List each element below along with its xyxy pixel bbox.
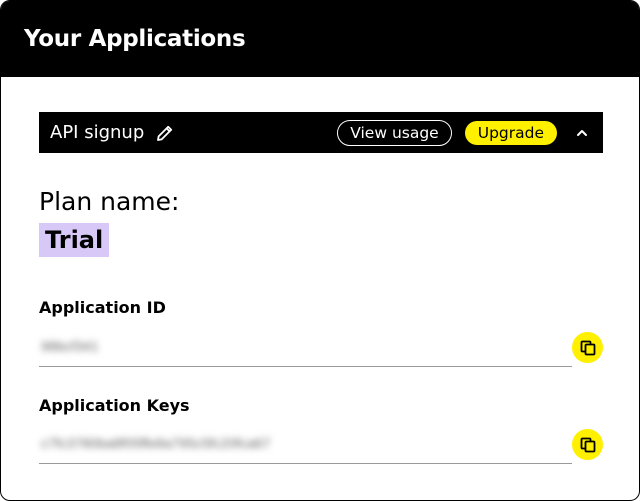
application-keys-underline — [39, 463, 572, 464]
application-name: API signup — [50, 122, 145, 143]
copy-icon — [580, 340, 595, 355]
card-header: Your Applications — [1, 1, 639, 77]
copy-icon — [580, 437, 595, 452]
application-bar: API signup View usage Upgrade — [39, 112, 603, 153]
plan-name-label: Plan name: — [39, 187, 180, 216]
application-id-label: Application ID — [39, 298, 166, 317]
application-id-value: 98bcf341 — [41, 338, 99, 354]
page-title: Your Applications — [24, 26, 246, 52]
application-id-underline — [39, 366, 572, 367]
applications-card: Your Applications API signup View usage … — [0, 0, 640, 501]
copy-application-keys-button[interactable] — [572, 429, 603, 460]
chevron-up-icon[interactable] — [567, 129, 597, 137]
plan-name-value: Trial — [39, 223, 110, 257]
copy-application-id-button[interactable] — [572, 332, 603, 363]
application-keys-label: Application Keys — [39, 396, 190, 415]
pencil-icon[interactable] — [156, 124, 174, 142]
application-keys-value: c7fc3780ba8f05ffe8a795c5fc20fca67 — [41, 435, 271, 451]
view-usage-button[interactable]: View usage — [337, 119, 452, 146]
upgrade-button[interactable]: Upgrade — [464, 120, 557, 145]
